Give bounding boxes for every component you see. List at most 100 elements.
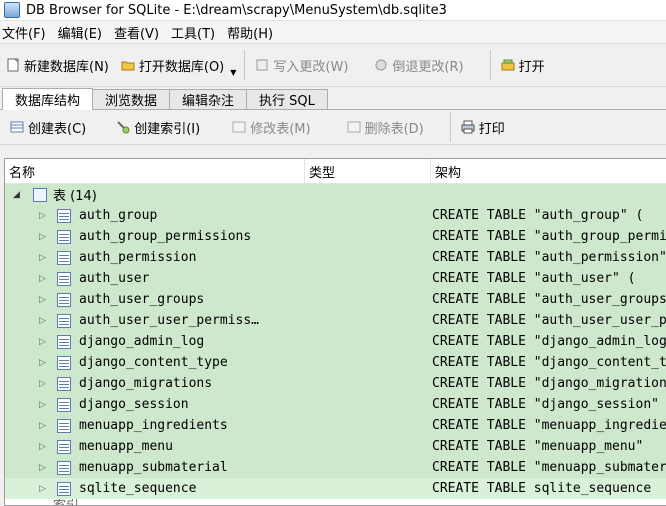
table-name: auth_group_permissions [79, 229, 252, 244]
table-name: django_migrations [79, 376, 213, 391]
table-row[interactable]: ▷ auth_user_user_permiss… CREATE TABLE "au… [5, 310, 666, 331]
toolbar-separator [489, 50, 491, 80]
menu-help[interactable]: 帮助(H) [223, 23, 281, 42]
collapsed-arrow-icon[interactable]: ▷ [39, 232, 49, 242]
write-changes-label: 写入更改(W) [273, 59, 349, 75]
print-button[interactable]: 打印 [455, 112, 511, 142]
schema-tree[interactable]: 名称 类型 架构 ◢ 表 (14) ▷ auth_group CREATE TABL… [4, 158, 666, 506]
table-row[interactable]: ▷ django_migrations CREATE TABLE "django_m… [5, 373, 666, 394]
table-row[interactable]: ▷ auth_permission CREATE TABLE "auth_permi… [5, 247, 666, 268]
tab-edit-pragmas[interactable]: 编辑杂注 [169, 89, 248, 109]
revert-changes-button[interactable]: 倒退更改(R) [368, 50, 469, 80]
collapsed-arrow-icon[interactable]: ▷ [39, 211, 49, 221]
table-icon [57, 313, 71, 328]
table-schema: CREATE TABLE "django_session" [432, 397, 659, 412]
table-schema: CREATE TABLE "auth_user" ( [432, 271, 636, 286]
delete-table-button[interactable]: 删除表(D) [341, 112, 430, 142]
tree-group-label: 表 (14) [53, 189, 97, 204]
table-row[interactable]: ▷ menuapp_ingredients CREATE TABLE "menuap… [5, 415, 666, 436]
modify-table-button[interactable]: 修改表(M) [226, 112, 316, 142]
table-name: django_admin_log [79, 334, 205, 349]
create-table-button[interactable]: 创建表(C) [4, 112, 92, 142]
table-row[interactable]: ▷ auth_user_groups CREATE TABLE "auth_user… [5, 289, 666, 310]
table-row[interactable]: ▷ auth_group CREATE TABLE "auth_group" ( [5, 205, 666, 226]
write-changes-icon [256, 59, 268, 71]
menu-file[interactable]: 文件(F) [0, 23, 54, 42]
table-row[interactable]: ▷ django_session CREATE TABLE "django_sess… [5, 394, 666, 415]
collapsed-arrow-icon[interactable]: ▷ [39, 379, 49, 389]
print-label: 打印 [478, 121, 505, 137]
table-icon [57, 250, 71, 265]
open-project-button[interactable]: 打开 [495, 50, 551, 80]
revert-changes-icon [375, 59, 387, 71]
tab-database-structure[interactable]: 数据库结构 [2, 88, 94, 110]
write-changes-button[interactable]: 写入更改(W) [249, 50, 354, 80]
table-icon [57, 229, 71, 244]
column-header-name[interactable]: 名称 [5, 159, 305, 183]
table-row[interactable]: ▷ menuapp_submaterial CREATE TABLE "menuap… [5, 457, 666, 478]
table-schema: CREATE TABLE "menuapp_ingredients" [432, 418, 666, 433]
delete-table-label: 删除表(D) [364, 121, 424, 137]
toolbar-separator [244, 50, 246, 80]
open-database-dropdown-icon[interactable]: ▼ [230, 68, 236, 77]
collapsed-arrow-icon[interactable]: ▷ [39, 421, 49, 431]
open-database-button[interactable]: 打开数据库(O) [115, 50, 230, 80]
table-name: auth_group [79, 208, 158, 223]
collapsed-arrow-icon[interactable]: ▷ [39, 463, 49, 473]
tree-group-tables[interactable]: ◢ 表 (14) [5, 184, 666, 205]
collapsed-arrow-icon[interactable]: ▷ [39, 274, 49, 284]
create-table-icon [10, 121, 24, 133]
table-icon [57, 292, 71, 307]
table-row[interactable]: ▷ django_admin_log CREATE TABLE "django_ad… [5, 331, 666, 352]
window-title: DB Browser for SQLite - E:\dream\scrapy\… [26, 2, 447, 18]
table-icon [57, 418, 71, 433]
collapsed-arrow-icon[interactable]: ▷ [39, 316, 49, 326]
table-name: django_session [79, 397, 189, 412]
tree-group-indices[interactable]: 索引 [5, 499, 666, 505]
create-table-label: 创建表(C) [28, 121, 87, 137]
collapsed-arrow-icon[interactable]: ▷ [39, 484, 49, 494]
collapsed-arrow-icon[interactable]: ▷ [39, 253, 49, 263]
menu-tools[interactable]: 工具(T) [167, 23, 223, 42]
open-database-icon [121, 61, 135, 71]
table-row[interactable]: ▷ menuapp_menu CREATE TABLE "menuapp_menu" [5, 436, 666, 457]
new-database-button[interactable]: 新建数据库(N) [0, 50, 115, 80]
table-name: auth_permission [79, 250, 197, 265]
collapsed-arrow-icon[interactable]: ▷ [39, 442, 49, 452]
collapsed-arrow-icon[interactable]: ▷ [39, 400, 49, 410]
table-row[interactable]: ▷ auth_user CREATE TABLE "auth_user" ( [5, 268, 666, 289]
expanded-arrow-icon[interactable]: ◢ [13, 190, 20, 200]
title-bar: DB Browser for SQLite - E:\dream\scrapy\… [0, 0, 666, 21]
collapsed-arrow-icon[interactable]: ▷ [39, 337, 49, 347]
main-toolbar: 新建数据库(N) 打开数据库(O) ▼ 写入更改(W) 倒退更改(R) 打开 [0, 44, 666, 87]
tree-header: 名称 类型 架构 [5, 159, 666, 184]
create-index-button[interactable]: 创建索引(I) [110, 112, 206, 142]
table-row[interactable]: ▷ auth_group_permissions CREATE TABLE "aut… [5, 226, 666, 247]
table-schema: CREATE TABLE "django_migrations" [432, 376, 666, 391]
new-database-icon [7, 58, 19, 72]
table-row[interactable]: ▷ django_content_type CREATE TABLE "django… [5, 352, 666, 373]
table-icon [57, 397, 71, 412]
table-icon [57, 208, 71, 223]
menu-edit[interactable]: 编辑(E) [54, 23, 110, 42]
menu-view[interactable]: 查看(V) [110, 23, 167, 42]
table-schema: CREATE TABLE "auth_group_permissions" [432, 229, 666, 244]
collapsed-arrow-icon[interactable]: ▷ [39, 358, 49, 368]
table-icon [57, 271, 71, 286]
collapsed-arrow-icon[interactable]: ▷ [39, 295, 49, 305]
app-icon [4, 2, 20, 18]
table-row[interactable]: ▷ sqlite_sequence CREATE TABLE sqlite_sequ… [5, 478, 666, 499]
create-index-label: 创建索引(I) [134, 121, 201, 137]
column-header-schema[interactable]: 架构 [431, 159, 666, 183]
open-project-label: 打开 [518, 59, 545, 75]
open-project-icon [501, 59, 515, 71]
create-index-icon [117, 121, 130, 134]
modify-table-label: 修改表(M) [250, 121, 311, 137]
tab-browse-data[interactable]: 浏览数据 [92, 89, 171, 109]
column-header-type[interactable]: 类型 [305, 159, 431, 183]
tab-execute-sql[interactable]: 执行 SQL [246, 89, 328, 109]
menu-bar: 文件(F) 编辑(E) 查看(V) 工具(T) 帮助(H) [0, 21, 666, 44]
table-icon [57, 481, 71, 496]
table-schema: CREATE TABLE "django_admin_log" [432, 334, 666, 349]
table-schema: CREATE TABLE "auth_user_groups" [432, 292, 666, 307]
